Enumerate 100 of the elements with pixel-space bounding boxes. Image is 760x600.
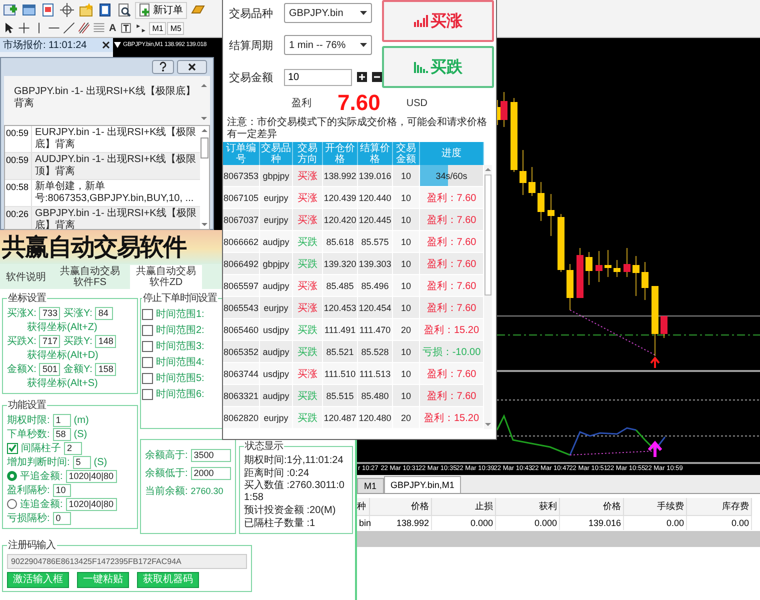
- folder-star-icon[interactable]: [78, 2, 94, 18]
- radio-label: 平追金额:: [20, 470, 63, 483]
- plus-icon[interactable]: [357, 72, 367, 82]
- trend-line-icon[interactable]: [62, 21, 76, 35]
- checkbox[interactable]: [142, 372, 153, 384]
- help-button[interactable]: [152, 60, 174, 74]
- candle: [652, 286, 658, 356]
- crosshair-icon[interactable]: [17, 21, 31, 35]
- magnifier-icon[interactable]: [116, 2, 132, 18]
- group-title: 坐标设置: [7, 292, 47, 305]
- column-header: 种: [357, 498, 370, 516]
- checkbox[interactable]: [142, 324, 153, 336]
- falling-bars-icon: [414, 60, 428, 74]
- scrollbar-icon[interactable]: [200, 82, 208, 122]
- channel-lines-icon[interactable]: [77, 21, 91, 35]
- field-label: (S): [74, 428, 88, 440]
- table-cell: 85.496: [358, 275, 393, 297]
- scrollbar-icon[interactable]: [200, 126, 209, 229]
- input-field[interactable]: 10: [52, 484, 71, 496]
- table-cell: 139.016: [358, 165, 393, 187]
- tab[interactable]: 共赢自动交易软件ZD: [130, 265, 202, 289]
- timeframe-button[interactable]: M5: [167, 22, 184, 34]
- checkmark-icon: [8, 443, 17, 453]
- get-coordinate-link[interactable]: 获得坐标(Alt+Z): [7, 320, 98, 334]
- profit-label: 盈利: [292, 96, 312, 110]
- checkbox[interactable]: [142, 308, 153, 320]
- checkbox[interactable]: [142, 340, 153, 352]
- input-field[interactable]: 3500: [190, 448, 231, 462]
- candle: [558, 214, 564, 272]
- table-cell: 盈利：15.20: [420, 407, 484, 429]
- crosshair-icon[interactable]: [59, 2, 75, 18]
- input-field[interactable]: 158: [95, 362, 116, 376]
- timeframe-button[interactable]: M1: [149, 22, 166, 34]
- input-field[interactable]: 58: [52, 428, 71, 440]
- checkbox[interactable]: [142, 356, 153, 368]
- field-label: 期权时限:: [7, 414, 50, 427]
- field-label: 交易品种: [229, 6, 274, 20]
- checkbox-label: 时间范围4:: [156, 356, 204, 369]
- input-field[interactable]: 1020|40|80: [66, 498, 116, 510]
- input-field[interactable]: 501: [39, 362, 60, 376]
- input-field[interactable]: 733: [39, 306, 60, 320]
- checkbox[interactable]: [7, 442, 18, 454]
- tab[interactable]: 软件说明: [2, 265, 50, 289]
- column-header: 交易方向: [293, 142, 323, 165]
- group-title: 状态显示: [244, 440, 284, 453]
- input-field[interactable]: 148: [95, 334, 116, 348]
- buy-up-button[interactable]: 买涨: [382, 0, 494, 42]
- dropdown[interactable]: GBPJPY.bin: [284, 3, 372, 23]
- column-header: 订单编号: [223, 142, 260, 165]
- currency-label: USD: [406, 98, 428, 108]
- radio-button[interactable]: [7, 471, 17, 481]
- table-cell: 10: [393, 209, 420, 231]
- caret-icon: [360, 11, 367, 15]
- table-cell: 85.575: [358, 231, 393, 253]
- label-icon[interactable]: [119, 21, 134, 35]
- table-cell: 85.528: [358, 341, 393, 363]
- table-cell: 买跌: [293, 231, 323, 253]
- get-coordinate-link[interactable]: 获得坐标(Alt+S): [7, 376, 98, 390]
- table-cell: 120.487: [323, 407, 358, 429]
- input-field[interactable]: 84: [95, 306, 114, 320]
- input-field[interactable]: 1020|40|80: [66, 470, 116, 482]
- dropdown-arrow-icon: [114, 42, 121, 48]
- radio-button[interactable]: [7, 499, 17, 509]
- field-label: 余额低于:: [145, 466, 188, 480]
- table-cell: 买跌: [293, 385, 323, 407]
- text-tool-button[interactable]: A: [107, 22, 118, 34]
- minus-icon[interactable]: [372, 72, 382, 82]
- chart-tab[interactable]: GBPJPY.bin,M1: [384, 476, 462, 493]
- input-field[interactable]: 2: [64, 442, 82, 454]
- chart-tab[interactable]: M1: [357, 478, 384, 493]
- scrollbar-track[interactable]: [357, 531, 760, 547]
- window-icon[interactable]: [21, 2, 37, 18]
- tab[interactable]: 共赢自动交易软件FS: [54, 265, 126, 289]
- log-time: 00:59: [5, 153, 32, 179]
- column-header: 止损: [432, 498, 496, 516]
- amount-field[interactable]: 10: [284, 68, 352, 86]
- table-cell: 120.445: [358, 209, 393, 231]
- input-field[interactable]: 2000: [190, 466, 231, 480]
- dropdown[interactable]: 1 min -- 76%: [284, 35, 372, 55]
- input-field[interactable]: 1: [52, 414, 71, 426]
- table-cell: 120.440: [358, 187, 393, 209]
- scrollbar-icon[interactable]: [484, 165, 492, 429]
- field-label: (S): [94, 456, 108, 468]
- close-button[interactable]: [177, 60, 207, 74]
- table-cell: 0.00: [687, 516, 752, 530]
- new-order-button[interactable]: 新订单: [135, 2, 187, 18]
- input-field[interactable]: 717: [39, 334, 60, 348]
- close-icon[interactable]: [102, 41, 110, 49]
- candle: [596, 250, 602, 282]
- add-chart-icon[interactable]: [2, 2, 18, 18]
- registration-code-field[interactable]: 9022904786E8613425F1472395FB172FAC94A: [7, 554, 247, 569]
- log-message: AUDJPY.bin -1- 出现RSI+K线【极限顶】背离: [34, 153, 198, 179]
- table-cell: 8065352: [223, 341, 260, 363]
- checkbox[interactable]: [142, 388, 153, 400]
- get-coordinate-link[interactable]: 获得坐标(Alt+D): [7, 348, 98, 362]
- table-cell: 85.515: [323, 385, 358, 407]
- input-field[interactable]: 5: [72, 456, 91, 468]
- candle: [614, 260, 620, 278]
- input-field[interactable]: 0: [52, 512, 71, 524]
- table-cell: 10: [393, 297, 420, 319]
